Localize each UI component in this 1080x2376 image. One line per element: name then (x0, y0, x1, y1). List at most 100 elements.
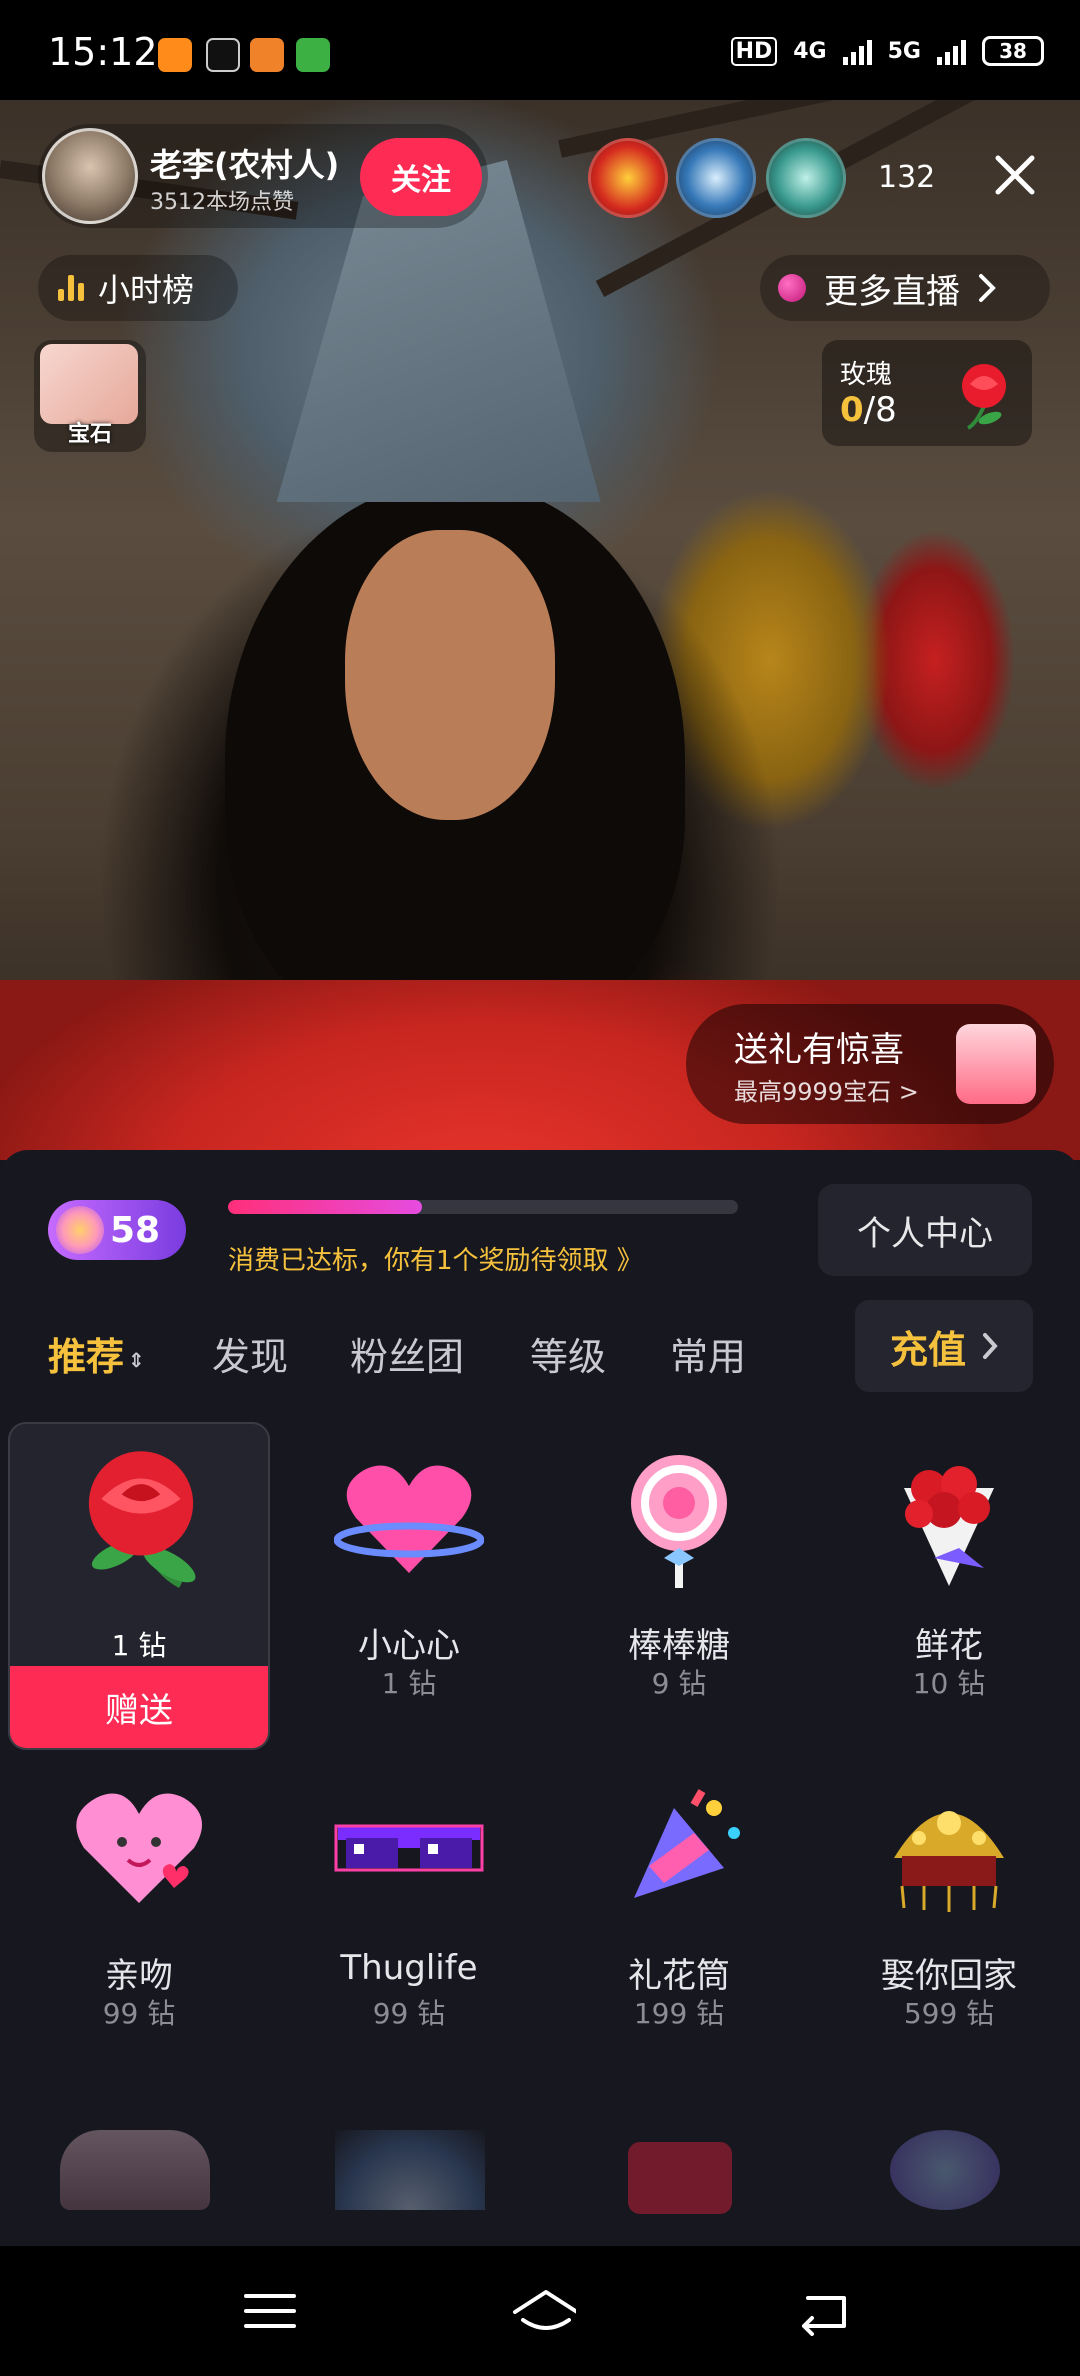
status-time: 15:12 (48, 30, 158, 74)
rose-task-progress: 0/8 (840, 390, 897, 430)
rose-task-current: 0 (840, 390, 864, 430)
app-notification-icon (158, 38, 192, 72)
battery-icon: 38 (982, 36, 1044, 66)
hour-rank-button[interactable]: 小时榜 (38, 255, 238, 321)
viewer-count[interactable]: 132 (878, 160, 935, 195)
gift-price: 1 钻 (381, 1667, 437, 1700)
gift-item-bouquet[interactable]: 鲜花 10 钻 (818, 1422, 1080, 1752)
gift-name: 礼花筒 (628, 1956, 730, 1996)
menu-icon[interactable] (240, 2286, 300, 2336)
gift-price: 199 钻 (633, 1997, 725, 2030)
gift-name: 小心心 (358, 1626, 460, 1666)
rose-task-total: /8 (863, 390, 897, 430)
gift-item-partial[interactable] (60, 2130, 210, 2210)
gift-item-lollipop[interactable]: 棒棒糖 9 钻 (548, 1422, 810, 1752)
host-avatar[interactable] (42, 128, 138, 224)
gift-price: 10 钻 (912, 1667, 986, 1700)
gift-item-heart[interactable]: 小心心 1 钻 (278, 1422, 540, 1752)
signal-icon (937, 37, 966, 65)
party-popper-icon (634, 1789, 740, 1898)
more-live-button[interactable]: 更多直播 (760, 255, 1050, 321)
level-medal-icon (56, 1206, 104, 1254)
host-likes: 3512本场点赞 (150, 190, 294, 215)
network-5g-label: 5G (887, 38, 921, 64)
surprise-title: 送礼有惊喜 (734, 1030, 904, 1070)
tab-level[interactable]: 等级 (530, 1326, 606, 1381)
close-icon[interactable] (990, 150, 1040, 200)
follow-button[interactable]: 关注 (360, 138, 482, 216)
bar-chart-icon (58, 275, 84, 301)
gift-name: Thuglife (340, 1948, 478, 1988)
kiss-heart-icon (76, 1793, 202, 1903)
gift-item-thuglife[interactable]: Thuglife 99 钻 (278, 1752, 540, 2082)
recharge-button[interactable]: 充值 (855, 1300, 1033, 1392)
back-icon[interactable] (794, 2286, 854, 2336)
gift-name: 亲吻 (105, 1956, 173, 1996)
surprise-subtitle: 最高9999宝石 > (734, 1078, 919, 1106)
gift-name: 娶你回家 (881, 1956, 1017, 1996)
gift-price: 9 钻 (651, 1667, 707, 1700)
top-viewer-avatar[interactable] (588, 138, 668, 218)
tab-frequent[interactable]: 常用 (670, 1326, 746, 1381)
rose-task-title: 玫瑰 (840, 360, 893, 390)
sort-arrows-icon: ⇕ (128, 1347, 145, 1372)
lollipop-icon (631, 1455, 727, 1588)
gift-box-icon (956, 1024, 1036, 1104)
top-viewer-avatar[interactable] (766, 138, 846, 218)
system-nav-bar (0, 2246, 1080, 2376)
gem-scroll-icon (40, 344, 138, 424)
gift-item-kiss[interactable]: 亲吻 99 钻 (8, 1752, 270, 2082)
user-level-badge[interactable]: 58 (48, 1200, 186, 1260)
home-icon[interactable] (506, 2286, 576, 2336)
network-hd-label: HD (730, 36, 778, 66)
gift-item-party-popper[interactable]: 礼花筒 199 钻 (548, 1752, 810, 2082)
heart-icon (334, 1465, 484, 1573)
chevron-right-icon (979, 274, 996, 302)
app-notification-icon (250, 38, 284, 72)
signal-icon (842, 37, 872, 65)
host-face (345, 530, 555, 820)
tab-fan-club[interactable]: 粉丝团 (350, 1326, 464, 1381)
gift-price: 1 钻 (111, 1629, 167, 1662)
top-viewer-avatar[interactable] (676, 138, 756, 218)
gift-price: 599 钻 (903, 1997, 995, 2030)
user-level: 58 (110, 1209, 161, 1251)
recharge-label: 充值 (889, 1327, 966, 1372)
gem-label: 宝石 (67, 422, 112, 447)
gift-name: 棒棒糖 (628, 1626, 730, 1666)
hour-rank-label: 小时榜 (98, 271, 195, 309)
more-live-label: 更多直播 (824, 271, 960, 312)
tab-discover[interactable]: 发现 (212, 1326, 288, 1381)
level-progress-bar (228, 1200, 738, 1214)
level-progress-fill (228, 1200, 422, 1214)
bouquet-icon (904, 1466, 994, 1586)
gift-item-rose[interactable]: 1 钻 赠送 (8, 1422, 270, 1750)
phoenix-crown-icon (894, 1811, 1004, 1912)
gift-item-partial[interactable] (335, 2130, 485, 2210)
gift-item-phoenix-crown[interactable]: 娶你回家 599 钻 (818, 1752, 1080, 2082)
rose-icon (88, 1451, 196, 1589)
gift-price: 99 钻 (102, 1997, 176, 2030)
live-ball-icon (778, 274, 806, 302)
tab-recommend[interactable]: 推荐 ⇕ (48, 1326, 145, 1381)
app-notification-icon (296, 38, 330, 72)
sunglasses-icon (334, 1824, 484, 1872)
tab-label: 推荐 (48, 1335, 125, 1379)
app-notification-icon (206, 38, 240, 72)
rose-icon (962, 364, 1006, 430)
battery-level: 38 (999, 39, 1027, 63)
send-gift-button[interactable]: 赠送 (10, 1666, 268, 1748)
gift-item-partial[interactable] (628, 2142, 732, 2214)
status-bar: 15:12 HD 4G 5G 38 (0, 0, 1080, 112)
reward-notice[interactable]: 消费已达标，你有1个奖励待领取 》 (228, 1240, 643, 1277)
chevron-right-icon (983, 1333, 998, 1359)
rose-task-card[interactable]: 玫瑰 0/8 (822, 340, 1032, 446)
gift-item-partial[interactable] (890, 2130, 1000, 2210)
gift-name: 鲜花 (915, 1626, 983, 1666)
gift-surprise-banner[interactable]: 送礼有惊喜 最高9999宝石 > (686, 1004, 1054, 1124)
gift-price: 99 钻 (372, 1997, 446, 2030)
host-name[interactable]: 老李(农村人) (150, 140, 339, 186)
network-4g-label: 4G (793, 38, 827, 64)
personal-center-button[interactable]: 个人中心 (818, 1184, 1032, 1276)
gem-activity-card[interactable]: 宝石 (34, 340, 146, 452)
